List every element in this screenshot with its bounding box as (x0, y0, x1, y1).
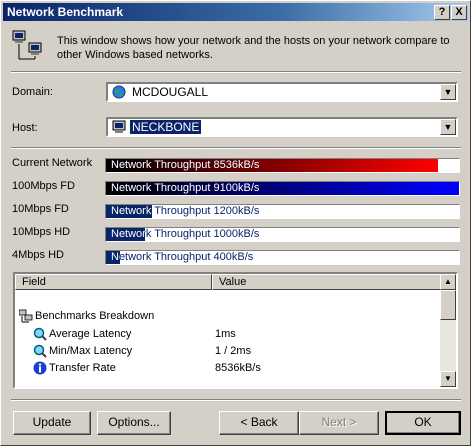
intro-description: This window shows how your network and t… (57, 35, 450, 61)
network-computers-icon (12, 30, 42, 60)
throughput-bar: Network Throughput 9100kB/s Network Throu… (105, 181, 460, 196)
network-benchmark-window: Network Benchmark ? X This window shows … (0, 0, 471, 446)
separator (11, 71, 461, 73)
magnifier-icon (33, 327, 47, 341)
throughput-bar-text-inverse: Network Throughput 400kB/s (111, 251, 120, 263)
throughput-bar-text-inverse: Network Throughput 9100kB/s (111, 182, 260, 194)
host-label: Host: (12, 122, 38, 134)
field-min-max-latency: Min/Max Latency (49, 345, 133, 357)
value-average-latency: 1ms (215, 328, 236, 340)
group-label: Benchmarks Breakdown (35, 310, 155, 322)
vertical-scrollbar[interactable]: ▲ ▼ (440, 274, 456, 387)
throughput-bar-text-overlay: Network Throughput 8536kB/s (106, 159, 438, 172)
throughput-bar-text-overlay: Network Throughput 1000kB/s (106, 228, 145, 241)
column-header-field[interactable]: Field (15, 274, 212, 290)
back-button[interactable]: < Back (219, 411, 299, 435)
options-button[interactable]: Options... (97, 411, 171, 435)
benchmark-label: 100Mbps FD (12, 180, 75, 192)
value-transfer-rate: 8536kB/s (215, 362, 261, 374)
throughput-bar-text-overlay: Network Throughput 1200kB/s (106, 205, 152, 218)
ok-button[interactable]: OK (385, 411, 461, 435)
field-transfer-rate: Transfer Rate (49, 362, 116, 374)
domain-combobox[interactable]: MCDOUGALL ▼ (106, 82, 458, 102)
scroll-down-arrow-icon[interactable]: ▼ (440, 371, 456, 387)
domain-value: MCDOUGALL (132, 85, 209, 99)
benchmark-label: 10Mbps FD (12, 203, 69, 215)
throughput-bar-text: Network Throughput 400kB/s (111, 251, 254, 263)
field-average-latency: Average Latency (49, 328, 132, 340)
window-title: Network Benchmark (7, 5, 124, 19)
close-button[interactable]: X (451, 5, 467, 20)
details-listview[interactable]: Field Value Benchmarks Breakdown Average… (13, 272, 458, 389)
throughput-bar: Network Throughput 1200kB/sNetwork Throu… (105, 204, 460, 219)
title-bar[interactable]: Network Benchmark ? X (3, 3, 468, 21)
domain-label: Domain: (12, 86, 53, 98)
separator (11, 399, 461, 401)
host-combobox[interactable]: NECKBONE ▼ (106, 117, 458, 137)
value-min-max-latency: 1 / 2ms (215, 345, 252, 357)
domain-dropdown-arrow-icon[interactable]: ▼ (440, 84, 456, 100)
host-value: NECKBONE (130, 120, 202, 134)
globe-icon (112, 85, 126, 99)
throughput-bar-text-inverse: Network Throughput 1000kB/s (111, 228, 145, 240)
computer-icon (112, 120, 126, 133)
throughput-bar-text-inverse: Network Throughput 8536kB/s (111, 159, 260, 171)
benchmark-label: Current Network (12, 157, 93, 169)
throughput-bar: Network Throughput 1000kB/sNetwork Throu… (105, 227, 460, 242)
network-computers-icon (19, 309, 33, 323)
info-icon (33, 361, 47, 375)
host-dropdown-arrow-icon[interactable]: ▼ (440, 119, 456, 135)
benchmark-label: 10Mbps HD (12, 226, 71, 238)
magnifier-icon (33, 344, 47, 358)
scroll-thumb[interactable] (440, 290, 456, 320)
throughput-bar-text-overlay: Network Throughput 9100kB/s (106, 182, 459, 195)
throughput-bar-text-inverse: Network Throughput 1200kB/s (111, 205, 152, 217)
throughput-bar: Network Throughput 400kB/sNetwork Throug… (105, 250, 460, 265)
help-button[interactable]: ? (434, 5, 450, 20)
scroll-up-arrow-icon[interactable]: ▲ (440, 274, 456, 290)
update-button[interactable]: Update (13, 411, 91, 435)
column-header-value[interactable]: Value (212, 274, 442, 290)
next-button[interactable]: Next > (299, 411, 379, 435)
separator (11, 147, 461, 149)
benchmark-label: 4Mbps HD (12, 249, 64, 261)
throughput-bar-text-overlay: Network Throughput 400kB/s (106, 251, 120, 264)
throughput-bar: Network Throughput 8536kB/s Network Throu… (105, 158, 460, 173)
